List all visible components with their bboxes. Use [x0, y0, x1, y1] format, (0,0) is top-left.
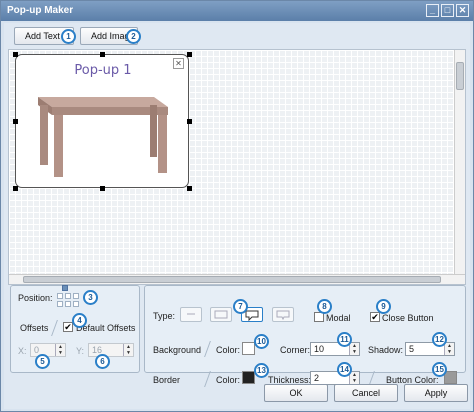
- shadow-spin-arrows[interactable]: ▲ ▼: [444, 343, 454, 355]
- x-offset-stepper[interactable]: 0 ▲ ▼: [30, 343, 66, 357]
- horizontal-scrollbar[interactable]: [9, 274, 465, 284]
- box-icon: [214, 310, 228, 319]
- apply-button[interactable]: Apply: [404, 384, 468, 402]
- callout-5: 5: [35, 354, 50, 369]
- tooltip-icon: [276, 310, 290, 321]
- vertical-scroll-thumb[interactable]: [456, 62, 464, 90]
- resize-handle-se[interactable]: [187, 186, 192, 191]
- add-image-label: Add Imag: [91, 31, 130, 41]
- resize-handle-e[interactable]: [187, 119, 192, 124]
- callout-14: 14: [337, 362, 352, 377]
- position-cell[interactable]: [57, 293, 63, 299]
- modal-label: Modal: [326, 313, 351, 323]
- popup-preview[interactable]: Pop-up 1 ✕: [15, 54, 189, 188]
- separator: [204, 371, 211, 387]
- resize-handle-w[interactable]: [13, 119, 18, 124]
- plain-box-icon: [187, 313, 195, 315]
- horizontal-scroll-thumb[interactable]: [23, 276, 441, 283]
- position-cell[interactable]: [73, 301, 79, 307]
- callout-15: 15: [432, 362, 447, 377]
- type-label: Type:: [153, 311, 176, 321]
- table-image[interactable]: [34, 91, 174, 181]
- callout-13: 13: [254, 363, 269, 378]
- y-label: Y:: [76, 346, 85, 356]
- position-cell[interactable]: [73, 293, 79, 299]
- thickness-value: 2: [314, 373, 320, 383]
- position-label: Position:: [18, 293, 53, 303]
- position-cell[interactable]: [65, 293, 71, 299]
- callout-2: 2: [126, 29, 141, 44]
- default-offsets-checkbox[interactable]: ✔: [63, 322, 73, 332]
- callout-3: 3: [83, 290, 98, 305]
- callout-9: 9: [376, 299, 391, 314]
- corner-stepper[interactable]: 10 ▲ ▼: [310, 342, 360, 356]
- position-cell[interactable]: [57, 301, 63, 307]
- position-cell-top-center[interactable]: [62, 285, 68, 291]
- speech-bubble-icon: [245, 310, 259, 321]
- position-grid[interactable]: [57, 285, 85, 313]
- type-box-button[interactable]: [210, 307, 232, 322]
- ok-button[interactable]: OK: [264, 384, 328, 402]
- x-value: 0: [34, 345, 40, 355]
- add-text-label: Add Text: [25, 31, 60, 41]
- background-color-label: Color:: [216, 345, 241, 355]
- style-panel: [144, 285, 466, 373]
- position-cell[interactable]: [65, 301, 71, 307]
- type-tooltip-button[interactable]: [272, 307, 294, 322]
- close-button-label: Close Button: [382, 313, 434, 323]
- title-bar[interactable]: Pop-up Maker _ □ ✕: [1, 1, 473, 21]
- popup-close-icon[interactable]: ✕: [173, 58, 184, 69]
- corner-label: Corner:: [280, 345, 311, 355]
- border-color-swatch[interactable]: [242, 371, 255, 384]
- x-label: X:: [18, 346, 27, 356]
- resize-handle-s[interactable]: [100, 186, 105, 191]
- maximize-button[interactable]: □: [441, 4, 454, 17]
- resize-handle-ne[interactable]: [187, 52, 192, 57]
- close-window-button[interactable]: ✕: [456, 4, 469, 17]
- close-button-checkbox[interactable]: ✔: [370, 312, 380, 322]
- popup-title: Pop-up 1: [74, 63, 132, 78]
- border-color-label: Color:: [216, 375, 241, 385]
- callout-7: 7: [233, 299, 248, 314]
- callout-6: 6: [95, 354, 110, 369]
- callout-12: 12: [432, 332, 447, 347]
- background-color-swatch[interactable]: [242, 342, 255, 355]
- background-label: Background: [153, 345, 202, 355]
- window-body: Add Text 1 Add Imag 2 Pop-up 1 ✕ Positio…: [4, 23, 470, 409]
- x-spin-arrows[interactable]: ▲ ▼: [55, 344, 65, 356]
- callout-11: 11: [337, 332, 352, 347]
- shadow-value: 5: [409, 344, 415, 354]
- resize-handle-n[interactable]: [100, 52, 105, 57]
- vertical-scrollbar[interactable]: [454, 50, 465, 276]
- corner-value: 10: [314, 344, 325, 354]
- callout-8: 8: [317, 299, 332, 314]
- callout-1: 1: [61, 29, 76, 44]
- callout-10: 10: [254, 334, 269, 349]
- pop-up-maker-window: Pop-up Maker _ □ ✕ Add Text 1 Add Imag 2…: [0, 0, 474, 412]
- callout-4: 4: [72, 313, 87, 328]
- cancel-button[interactable]: Cancel: [334, 384, 398, 402]
- minimize-button[interactable]: _: [426, 4, 439, 17]
- shadow-stepper[interactable]: 5 ▲ ▼: [405, 342, 455, 356]
- canvas-grid[interactable]: Pop-up 1 ✕: [9, 50, 455, 276]
- resize-handle-sw[interactable]: [13, 186, 18, 191]
- resize-handle-nw[interactable]: [13, 52, 18, 57]
- corner-spin-arrows[interactable]: ▲ ▼: [349, 343, 359, 355]
- shadow-label: Shadow:: [368, 345, 404, 355]
- design-canvas[interactable]: Pop-up 1 ✕: [8, 49, 466, 285]
- offsets-label: Offsets: [20, 323, 49, 333]
- y-spin-arrows[interactable]: ▲ ▼: [123, 344, 133, 356]
- window-title: Pop-up Maker: [7, 5, 74, 16]
- y-offset-stepper[interactable]: 16 ▲ ▼: [88, 343, 134, 357]
- thickness-stepper[interactable]: 2 ▲ ▼: [310, 371, 360, 385]
- border-label: Border: [153, 375, 181, 385]
- type-plain-button[interactable]: [180, 307, 202, 322]
